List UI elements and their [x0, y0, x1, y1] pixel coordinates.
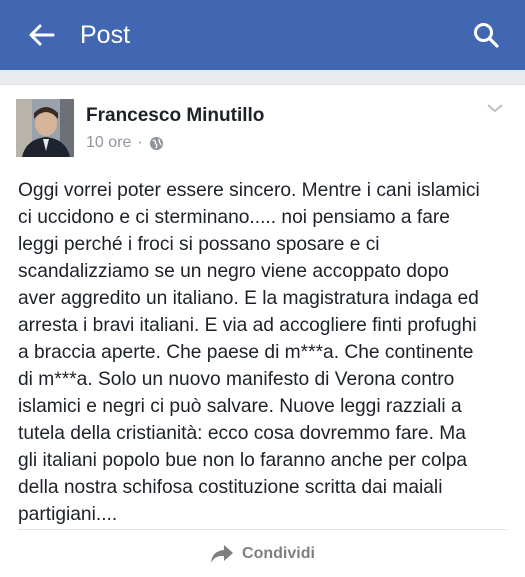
arrow-left-icon [29, 24, 55, 46]
share-arrow-icon [211, 545, 234, 563]
post-text-line: leggi perché i froci si possano sposare … [18, 234, 380, 255]
post-text-line: a braccia aperte. Che paese di m***a. Ch… [18, 342, 474, 363]
share-label: Condividi [242, 545, 315, 562]
avatar[interactable] [16, 99, 74, 157]
post-card: Francesco Minutillo 10 ore · Oggi vorrei… [0, 84, 525, 577]
globe-icon [149, 136, 163, 150]
post-text-line: gli italiani popolo bue non lo faranno a… [18, 450, 468, 471]
post-text-line: tutela della cristianità: ecco cosa dovr… [18, 423, 466, 444]
post-body-text: Oggi vorrei poter essere sincero. Mentre… [18, 177, 514, 528]
post-text-line: ci uccidono e ci sterminano..... noi pen… [18, 207, 450, 228]
post-text-line: aver aggredito un italiano. E la magistr… [18, 288, 479, 309]
search-icon [474, 23, 499, 48]
post-meta: 10 ore · [86, 134, 164, 152]
post-text-line: arresta i bravi italiani. E via ad accog… [18, 315, 477, 336]
share-button[interactable]: Condividi [0, 540, 525, 568]
post-text-line: di m***a. Solo un nuovo manifesto di Ver… [18, 369, 455, 390]
post-text-line: partigiani.... [18, 504, 118, 525]
post-text-line: Oggi vorrei poter essere sincero. Mentre… [18, 180, 480, 201]
post-text-line: della nostra schifosa costituzione scrit… [18, 477, 443, 498]
post-options-button[interactable] [483, 99, 507, 117]
chevron-down-icon [487, 104, 503, 113]
divider [18, 529, 507, 530]
meta-separator: · [137, 134, 143, 151]
page-title: Post [80, 20, 131, 49]
post-text-line: islamici e negri ci può salvare. Nuove l… [18, 396, 462, 417]
search-button[interactable] [467, 16, 505, 54]
post-text-line: scandalizziamo se un negro viene accoppa… [18, 261, 449, 282]
post-author-name[interactable]: Francesco Minutillo [86, 105, 264, 127]
post-timestamp[interactable]: 10 ore [86, 134, 131, 152]
profile-photo [16, 99, 74, 157]
top-app-bar: Post [0, 0, 525, 70]
back-button[interactable] [22, 15, 62, 55]
